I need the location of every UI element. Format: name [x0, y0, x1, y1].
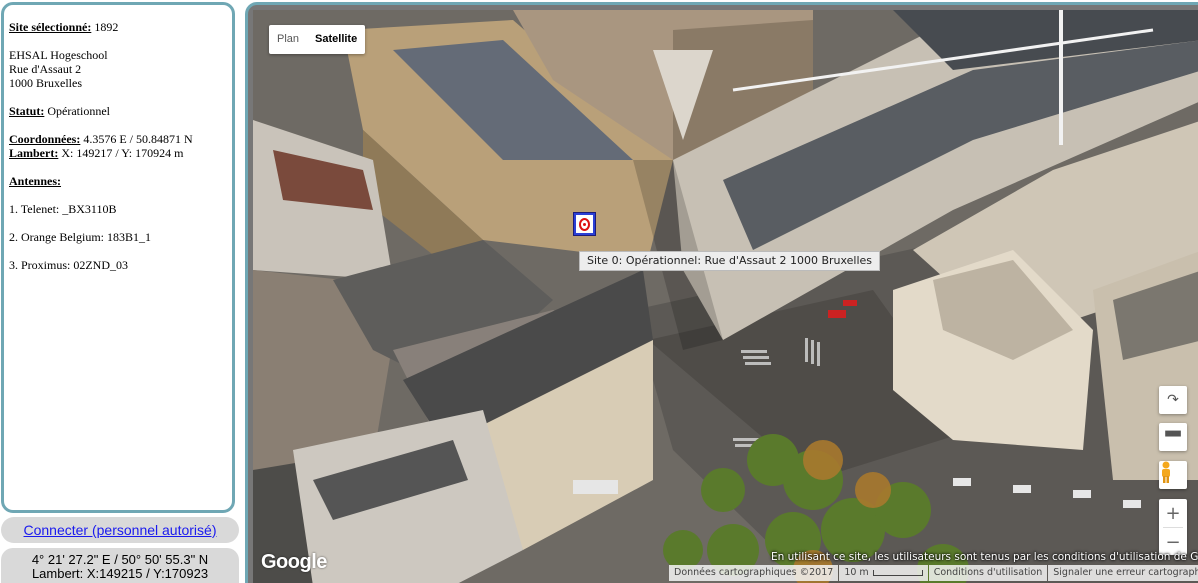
satellite-imagery: [253, 10, 1198, 583]
coordinates-row: Coordonnées: 4.3576 E / 50.84871 N: [9, 132, 232, 146]
map-scale-label: 10 m: [844, 567, 869, 578]
pegman-icon: [1162, 461, 1170, 483]
antenna-item: 1. Telenet: _BX3110B: [9, 202, 117, 216]
address-line: Rue d'Assaut 2: [9, 62, 82, 76]
site-tooltip: Site 0: Opérationnel: Rue d'Assaut 2 100…: [579, 251, 881, 271]
antennas-heading: Antennes:: [9, 174, 62, 188]
antennas-heading-row: Antennes:: [9, 174, 232, 188]
tilt-button[interactable]: ▀▀: [1159, 423, 1187, 451]
zoom-control: + −: [1159, 499, 1187, 555]
terms-of-use-link[interactable]: Conditions d'utilisation: [928, 565, 1048, 581]
cursor-lambert: Lambert: X:149215 / Y:170923: [31, 566, 209, 581]
lambert-row: Lambert: X: 149217 / Y: 170924 m: [9, 146, 232, 160]
lambert-value: X: 149217 / Y: 170924 m: [61, 146, 184, 160]
selected-site-value: 1892: [94, 20, 119, 34]
scale-bar: [872, 570, 923, 576]
coordinates-value: 4.3576 E / 50.84871 N: [83, 132, 193, 146]
address-line: 1000 Bruxelles: [9, 76, 82, 90]
connect-link[interactable]: Connecter (personnel autorisé): [1, 517, 239, 543]
antenna-icon: [576, 215, 593, 233]
map-scale[interactable]: 10 m: [839, 565, 928, 581]
map-data-credit: Données cartographiques ©2017: [669, 565, 839, 581]
map-frame: Plan Satellite Site 0: Opérationnel: Rue…: [245, 2, 1198, 583]
site-address: EHSAL Hogeschool Rue d'Assaut 2 1000 Bru…: [9, 48, 232, 90]
antenna-item: 3. Proximus: 02ZND_03: [9, 258, 129, 272]
antenna-site-marker[interactable]: [573, 212, 596, 236]
selected-site-row: Site sélectionné: 1892: [9, 20, 232, 34]
cursor-coordinates: 4° 21' 27.2" E / 50° 50' 55.3" N Lambert…: [1, 548, 239, 583]
map-footer: Données cartographiques ©2017 10 m Condi…: [669, 565, 1198, 581]
lambert-label: Lambert:: [9, 146, 59, 160]
rotate-button[interactable]: ↷: [1159, 386, 1187, 414]
selected-site-label: Site sélectionné:: [9, 20, 92, 34]
tilt-icon: ▀▀: [1165, 431, 1181, 443]
map-type-control: Plan Satellite: [269, 25, 366, 54]
map-type-plan-button[interactable]: Plan: [269, 25, 307, 54]
address-line: EHSAL Hogeschool: [9, 48, 108, 62]
cursor-dms: 4° 21' 27.2" E / 50° 50' 55.3" N: [31, 552, 209, 567]
satellite-map[interactable]: Plan Satellite Site 0: Opérationnel: Rue…: [253, 10, 1198, 583]
map-type-satellite-button[interactable]: Satellite: [307, 25, 365, 54]
site-info-panel: Site sélectionné: 1892 EHSAL Hogeschool …: [1, 2, 235, 513]
terms-notice: En utilisant ce site, les utilisateurs s…: [771, 551, 1198, 563]
report-error-link[interactable]: Signaler une erreur cartographique: [1048, 565, 1198, 581]
status-label: Statut:: [9, 104, 45, 118]
google-logo[interactable]: Google: [261, 551, 327, 574]
street-view-pegman[interactable]: [1159, 461, 1187, 489]
zoom-in-button[interactable]: +: [1159, 499, 1187, 527]
coordinates-label: Coordonnées:: [9, 132, 81, 146]
rotate-icon: ↷: [1167, 392, 1179, 408]
status-row: Statut: Opérationnel: [9, 104, 232, 118]
antenna-item: 2. Orange Belgium: 183B1_1: [9, 230, 151, 244]
status-value: Opérationnel: [47, 104, 110, 118]
